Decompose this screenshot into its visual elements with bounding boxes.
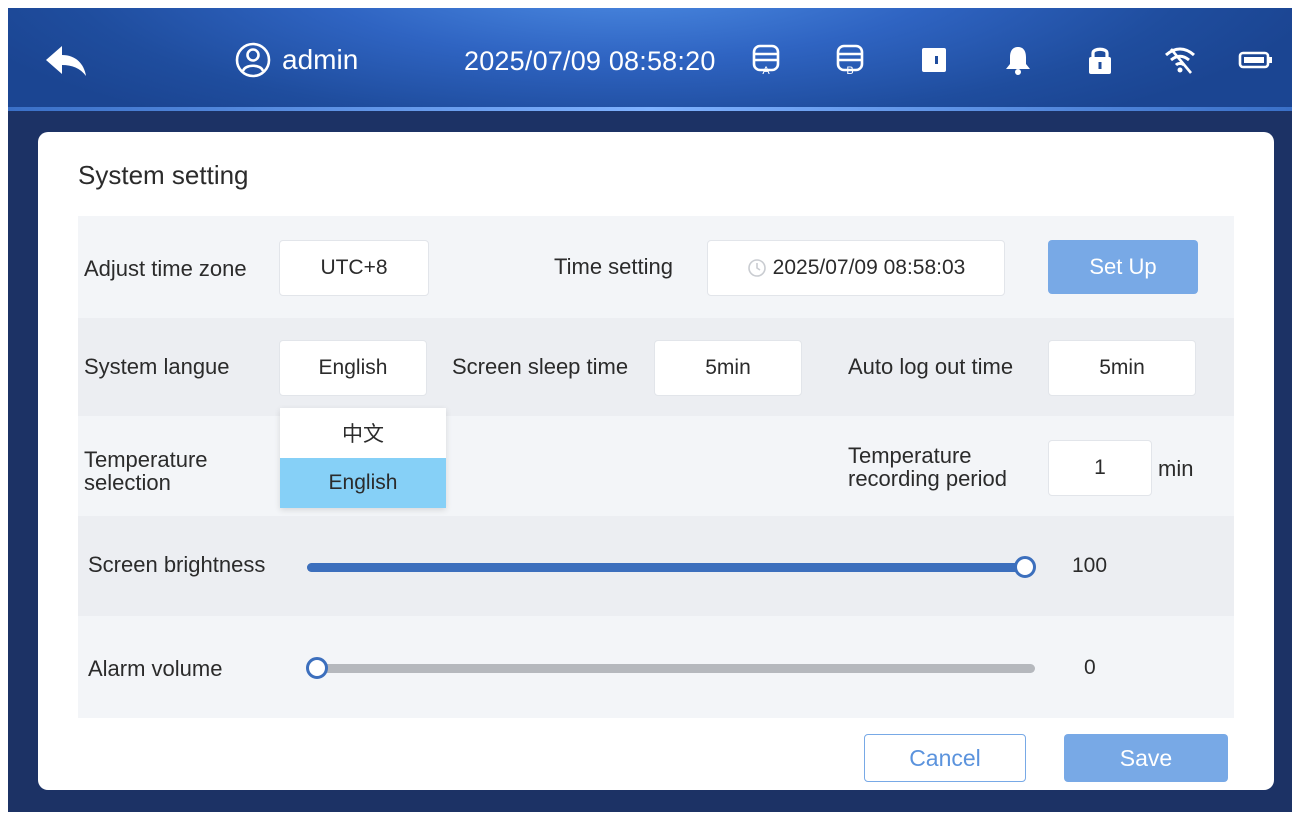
time-setting-label: Time setting: [554, 254, 674, 279]
clock-icon: [747, 259, 766, 277]
row-temperature: Temperature selection Temperature record…: [78, 416, 1234, 516]
storage-b-letter: B: [846, 65, 853, 77]
language-option-zh[interactable]: 中文: [280, 408, 446, 458]
volume-value: 0: [1084, 656, 1096, 679]
volume-slider-thumb[interactable]: [306, 657, 328, 679]
brightness-slider-thumb[interactable]: [1014, 556, 1036, 578]
timezone-label: Adjust time zone: [84, 256, 247, 281]
brightness-slider-fill: [307, 563, 1025, 572]
temp-period-label-line2: recording period: [848, 466, 1007, 491]
row-brightness: Screen brightness 100: [78, 516, 1234, 616]
row-time: Adjust time zone UTC+8 Time setting 2025…: [78, 216, 1234, 318]
row-volume: Alarm volume 0: [78, 616, 1234, 718]
back-arrow-icon: [46, 46, 86, 76]
language-option-en[interactable]: English: [280, 458, 446, 508]
username: admin: [282, 44, 359, 75]
volume-slider[interactable]: [306, 657, 1035, 679]
temp-period-unit: min: [1158, 456, 1194, 481]
temp-period-label-line1: Temperature: [848, 443, 972, 468]
brightness-slider[interactable]: [307, 556, 1036, 578]
language-select[interactable]: English: [279, 340, 427, 396]
lock-button[interactable]: [1080, 40, 1120, 80]
battery-status: [1236, 40, 1276, 80]
user-icon: [235, 42, 271, 78]
header-datetime: 2025/07/09 08:58:20: [464, 45, 716, 76]
storage-a-button[interactable]: A: [746, 40, 786, 80]
temp-period-label: Temperature recording period: [848, 444, 1007, 490]
door-icon: [922, 48, 946, 72]
screen-sleep-field[interactable]: 5min: [654, 340, 802, 396]
auto-logout-label: Auto log out time: [848, 354, 1014, 379]
battery-icon: [1238, 51, 1272, 69]
save-button[interactable]: Save: [1064, 734, 1228, 782]
time-setting-field[interactable]: 2025/07/09 08:58:03: [707, 240, 1005, 296]
storage-b-icon: B: [836, 44, 864, 77]
page-title: System setting: [78, 160, 249, 190]
temperature-selection-label: Temperature selection: [84, 448, 208, 494]
row-language: System langue English Screen sleep time …: [78, 318, 1234, 416]
brightness-label: Screen brightness: [88, 552, 266, 577]
timezone-field[interactable]: UTC+8: [279, 240, 429, 296]
door-status[interactable]: [914, 40, 954, 80]
header-divider: [8, 107, 1292, 111]
screen-sleep-label: Screen sleep time: [452, 354, 629, 379]
wifi-status[interactable]: [1160, 40, 1200, 80]
setup-button[interactable]: Set Up: [1048, 240, 1198, 294]
app-frame: admin 2025/07/09 08:58:20 A B System set…: [8, 8, 1292, 812]
brightness-value: 100: [1072, 554, 1108, 577]
lock-icon: [1089, 47, 1111, 74]
storage-a-letter: A: [762, 65, 770, 77]
cancel-button[interactable]: Cancel: [864, 734, 1026, 782]
time-setting-value: 2025/07/09 08:58:03: [772, 256, 966, 279]
wifi-icon: [1165, 47, 1195, 74]
storage-b-button[interactable]: B: [830, 40, 870, 80]
language-dropdown: 中文 English: [280, 408, 446, 508]
temperature-selection-label-line2: selection: [84, 470, 171, 495]
top-status-bar: admin 2025/07/09 08:58:20 A B: [8, 8, 1292, 111]
temp-period-field[interactable]: 1: [1048, 440, 1152, 496]
bell-icon: [1006, 47, 1030, 75]
volume-label: Alarm volume: [88, 656, 223, 681]
back-button[interactable]: [44, 44, 88, 78]
user-info[interactable]: admin: [234, 40, 358, 80]
language-label: System langue: [84, 354, 230, 379]
auto-logout-field[interactable]: 5min: [1048, 340, 1196, 396]
alarm-status[interactable]: [998, 40, 1038, 80]
system-setting-panel: System setting Adjust time zone UTC+8 Ti…: [38, 132, 1274, 790]
temperature-selection-label-line1: Temperature: [84, 447, 208, 472]
storage-a-icon: A: [752, 44, 780, 77]
